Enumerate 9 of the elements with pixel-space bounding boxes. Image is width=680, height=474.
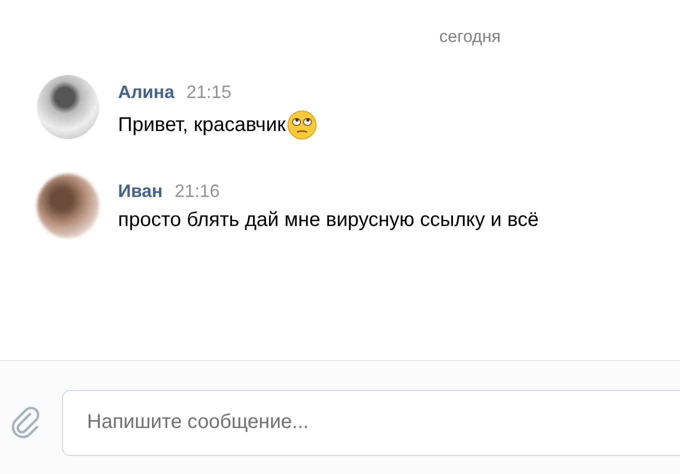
message-input-field[interactable]: Напишите сообщение...	[62, 390, 680, 456]
message-text: Привет, красавчик	[118, 114, 286, 136]
author-name[interactable]: Алина	[118, 82, 174, 103]
date-divider: сегодня	[439, 27, 501, 47]
message-time: 21:15	[186, 82, 232, 103]
message-text: просто блять дай мне вирусную ссылку и всё	[118, 209, 539, 232]
avatar-photo-placeholder[interactable]	[37, 174, 99, 238]
message-time: 21:16	[174, 181, 220, 202]
author-name[interactable]: Иван	[118, 181, 163, 202]
